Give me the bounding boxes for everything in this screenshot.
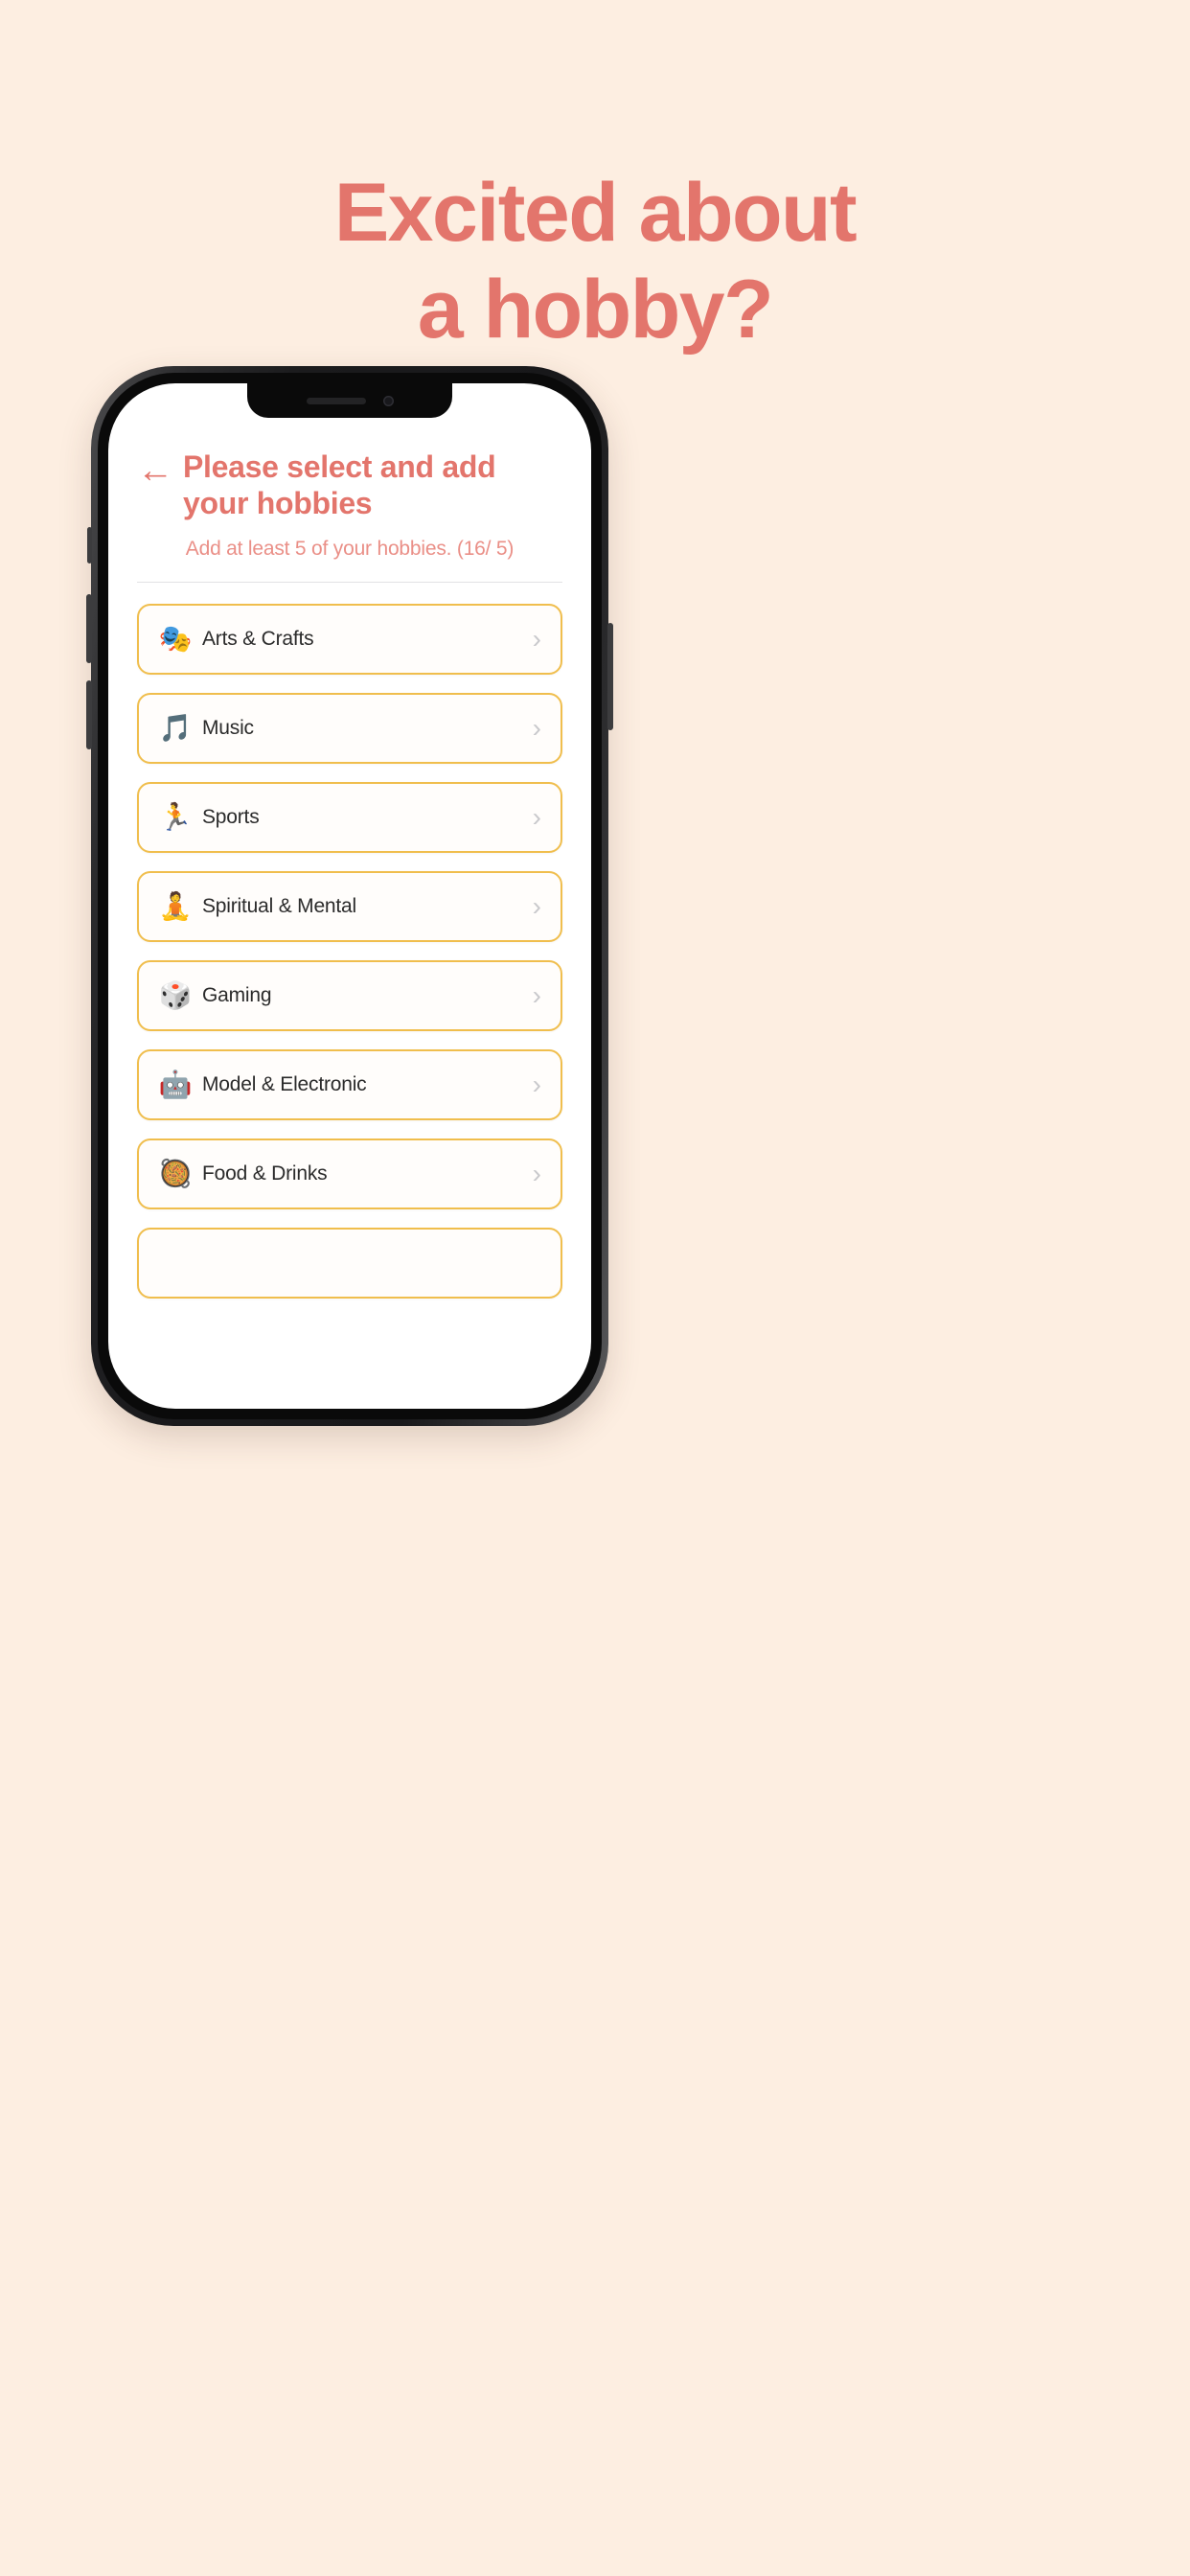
paella-emoji: 🥘 [158, 1158, 193, 1188]
hobby-card-label: Gaming [202, 983, 272, 1006]
musical-note-emoji: 🎵 [158, 712, 193, 743]
promo-headline: Excited about a hobby? [0, 165, 1190, 357]
phone-notch [247, 383, 452, 418]
chevron-right-icon[interactable]: › [533, 803, 545, 831]
hobby-card-label: Arts & Crafts [202, 627, 314, 650]
hobby-card-label: Sports [202, 805, 260, 828]
headline-line-1: Excited about [333, 167, 858, 259]
hobby-card-spiritual-mental[interactable]: 🧘 Spiritual & Mental › [137, 870, 562, 942]
chevron-right-icon[interactable]: › [533, 1070, 545, 1098]
hobby-card-arts-crafts[interactable]: 🎭 Arts & Crafts › [137, 603, 562, 675]
volume-down-button[interactable] [86, 680, 92, 749]
phone-screen: ← Please select and add your hobbies Add… [108, 383, 591, 1409]
phone-mockup: ← Please select and add your hobbies Add… [86, 366, 613, 1426]
phone-bezel: ← Please select and add your hobbies Add… [98, 373, 602, 1419]
front-camera-icon [382, 395, 394, 406]
game-die-emoji: 🎲 [158, 979, 193, 1010]
volume-up-button[interactable] [86, 594, 92, 663]
chevron-right-icon[interactable]: › [533, 1160, 545, 1187]
hobby-category-list: 🎭 Arts & Crafts › 🎵 Music › 🏃 Sports › 🧘… [133, 603, 566, 1299]
runner-emoji: 🏃 [158, 801, 193, 832]
chevron-right-icon[interactable]: › [533, 981, 545, 1009]
app-content: ← Please select and add your hobbies Add… [108, 383, 591, 1409]
hobby-card-gaming[interactable]: 🎲 Gaming › [137, 959, 562, 1031]
headline-line-2: a hobby? [417, 263, 774, 356]
nav-header: ← Please select and add your hobbies [133, 448, 566, 522]
header-divider [137, 581, 562, 583]
lotus-position-emoji: 🧘 [158, 890, 193, 921]
hobby-card-food-drinks[interactable]: 🥘 Food & Drinks › [137, 1138, 562, 1209]
hobby-card-label: Model & Electronic [202, 1072, 367, 1095]
speaker-grill-icon [306, 397, 366, 404]
chevron-right-icon[interactable]: › [533, 714, 545, 742]
robot-emoji: 🤖 [158, 1069, 193, 1099]
silent-switch-button[interactable] [87, 527, 92, 564]
hobby-counter-subtitle: Add at least 5 of your hobbies. (16/ 5) [185, 537, 515, 560]
hobby-card-sports[interactable]: 🏃 Sports › [137, 781, 562, 853]
power-button[interactable] [607, 623, 613, 730]
hobby-card-music[interactable]: 🎵 Music › [137, 692, 562, 764]
page-title: Please select and add your hobbies [183, 449, 496, 521]
chevron-right-icon[interactable]: › [533, 892, 545, 920]
back-arrow-icon[interactable]: ← [137, 450, 173, 491]
hobby-card-label: Spiritual & Mental [202, 894, 356, 917]
performing-arts-emoji: 🎭 [158, 623, 193, 654]
hobby-card-partial-cutoff[interactable] [137, 1227, 562, 1299]
hobby-card-model-electronic[interactable]: 🤖 Model & Electronic › [137, 1048, 562, 1120]
chevron-right-icon[interactable]: › [533, 625, 545, 653]
hobby-card-label: Music [202, 716, 254, 739]
hobby-card-label: Food & Drinks [202, 1162, 328, 1184]
